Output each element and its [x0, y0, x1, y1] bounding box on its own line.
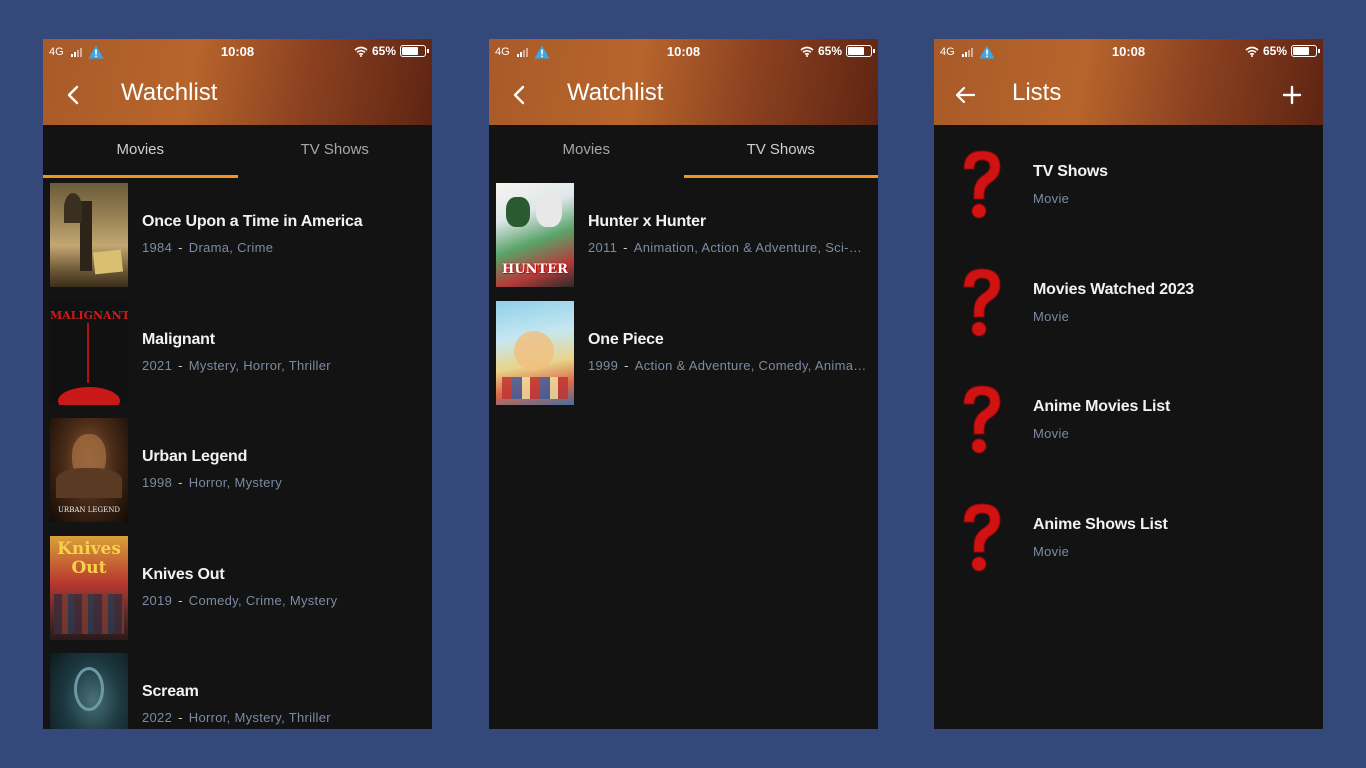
tab-tv-shows[interactable]: TV Shows [238, 125, 433, 178]
item-year: 2021 [142, 357, 173, 373]
tab-movies[interactable]: Movies [489, 125, 684, 178]
list-name: TV Shows [1033, 163, 1108, 180]
item-genres: Action & Adventure, Comedy, Animation [634, 357, 876, 373]
item-year: 2019 [142, 592, 173, 608]
list-entry[interactable]: Movies Watched 2023 Movie [934, 265, 1323, 383]
battery-percent: 65% [1262, 44, 1287, 58]
item-year: 2011 [588, 240, 618, 255]
movie-list: Once Upon a Time in America 1984- Drama, … [43, 178, 432, 729]
app-bar: 4G 10:08 65% Watchlist [43, 39, 432, 125]
list-type: Movie [1033, 543, 1070, 559]
item-title: One Piece [588, 330, 664, 348]
user-lists: TV Shows Movie Movies Watched 2023 Movie… [934, 125, 1323, 617]
list-type: Movie [1033, 426, 1070, 441]
battery-percent: 65% [371, 44, 396, 58]
item-year: 2022 [142, 710, 173, 725]
item-genres: Drama, Crime [188, 240, 274, 255]
poster-image: URBAN LEGEND [50, 418, 128, 522]
poster-title: Knives Out [57, 538, 121, 578]
poster-image [50, 183, 128, 287]
tab-bar: Movies TV Shows [43, 125, 432, 178]
chevron-left-icon[interactable] [61, 82, 87, 108]
list-entry[interactable]: Anime Movies List Movie [934, 382, 1323, 500]
page-title: Watchlist [567, 79, 664, 106]
list-item[interactable]: One Piece 1999- Action & Adventure, Comed… [489, 300, 878, 419]
list-item[interactable]: MALIGNANT Malignant 2021- Mystery, Horror… [43, 300, 432, 419]
wifi-icon [800, 46, 814, 57]
app-bar: 4G 10:08 65% Lists [934, 39, 1323, 125]
item-title: Malignant [142, 330, 215, 348]
item-title: Knives Out [142, 565, 225, 583]
item-genres: Horror, Mystery [188, 475, 283, 490]
item-subtitle: 2019- Comedy, Crime, Mystery [142, 592, 338, 608]
watchlist-tv-screen: 4G 10:08 65% Watchlist Movies TV Shows H… [489, 39, 878, 729]
list-item[interactable]: HUNTER Hunter x Hunter 2011- Animation, A… [489, 183, 878, 301]
status-bar: 4G 10:08 65% [934, 39, 1323, 65]
poster-image: MALIGNANT [50, 300, 128, 405]
wifi-icon [1245, 46, 1259, 57]
poster-image [496, 300, 574, 405]
tab-bar: Movies TV Shows [489, 125, 878, 178]
battery-icon [1291, 45, 1320, 57]
list-entry[interactable]: Anime Shows List Movie [934, 500, 1323, 618]
item-year: 1998 [142, 475, 173, 490]
lists-screen: 4G 10:08 65% Lists TV Shows Movie Movies… [934, 39, 1323, 729]
question-mark-icon [963, 150, 1001, 219]
list-name: Anime Shows List [1033, 515, 1168, 533]
question-mark-icon [963, 267, 1001, 336]
status-bar: 4G 10:08 65% [43, 39, 432, 65]
poster-title: MALIGNANT [50, 308, 128, 322]
list-item[interactable]: URBAN LEGEND Urban Legend 1998- Horror, M… [43, 418, 432, 536]
item-subtitle: 1984- Drama, Crime [142, 240, 274, 255]
page-title: Watchlist [121, 79, 218, 106]
item-title: Urban Legend [142, 448, 248, 465]
list-type: Movie [1033, 308, 1070, 324]
battery-icon [846, 45, 875, 57]
page-title: Lists [1012, 79, 1062, 106]
status-bar: 4G 10:08 65% [489, 39, 878, 65]
battery-percent: 65% [817, 44, 842, 58]
app-bar: 4G 10:08 65% Watchlist [489, 39, 878, 125]
question-mark-icon [963, 502, 1001, 571]
list-name: Movies Watched 2023 [1033, 280, 1195, 298]
chevron-left-icon[interactable] [507, 82, 533, 108]
poster-title: URBAN LEGEND [58, 506, 120, 514]
item-genres: Comedy, Crime, Mystery [188, 592, 338, 608]
list-item[interactable]: Knives Out Knives Out 2019- Comedy, Crime… [43, 535, 432, 654]
list-item[interactable]: Scream 2022- Horror, Mystery, Thriller [43, 653, 432, 729]
poster-image: Knives Out [50, 535, 128, 640]
item-subtitle: 2011- Animation, Action & Adventure, Sci-… [588, 240, 878, 255]
watchlist-movies-screen: 4G 10:08 65% Watchlist Movies TV Shows O… [43, 39, 432, 729]
tab-tv-shows[interactable]: TV Shows [683, 125, 879, 178]
item-genres: Horror, Mystery, Thriller [188, 710, 331, 725]
wifi-icon [354, 46, 368, 57]
item-subtitle: 1999- Action & Adventure, Comedy, Animati… [588, 357, 876, 373]
battery-icon [400, 45, 429, 57]
plus-icon[interactable] [1279, 82, 1305, 108]
item-subtitle: 1998- Horror, Mystery [142, 475, 283, 490]
item-year: 1999 [588, 357, 619, 373]
tab-movies[interactable]: Movies [43, 125, 238, 178]
item-subtitle: 2021- Mystery, Horror, Thriller [142, 357, 331, 373]
tv-list: HUNTER Hunter x Hunter 2011- Animation, A… [489, 178, 878, 418]
item-title: Once Upon a Time in America [142, 213, 363, 230]
item-title: Scream [142, 683, 199, 700]
question-mark-icon [963, 385, 1001, 454]
poster-image [50, 653, 128, 729]
list-type: Movie [1033, 191, 1070, 206]
poster-image: HUNTER [496, 183, 574, 287]
list-name: Anime Movies List [1033, 398, 1171, 415]
arrow-left-icon[interactable] [952, 82, 978, 108]
list-item[interactable]: Once Upon a Time in America 1984- Drama, … [43, 183, 432, 301]
list-entry[interactable]: TV Shows Movie [934, 147, 1323, 265]
item-genres: Animation, Action & Adventure, Sci-Fi & … [633, 240, 878, 255]
item-title: Hunter x Hunter [588, 213, 706, 230]
item-subtitle: 2022- Horror, Mystery, Thriller [142, 710, 331, 725]
item-genres: Mystery, Horror, Thriller [188, 357, 331, 373]
poster-title: HUNTER [502, 262, 568, 277]
item-year: 1984 [142, 240, 173, 255]
